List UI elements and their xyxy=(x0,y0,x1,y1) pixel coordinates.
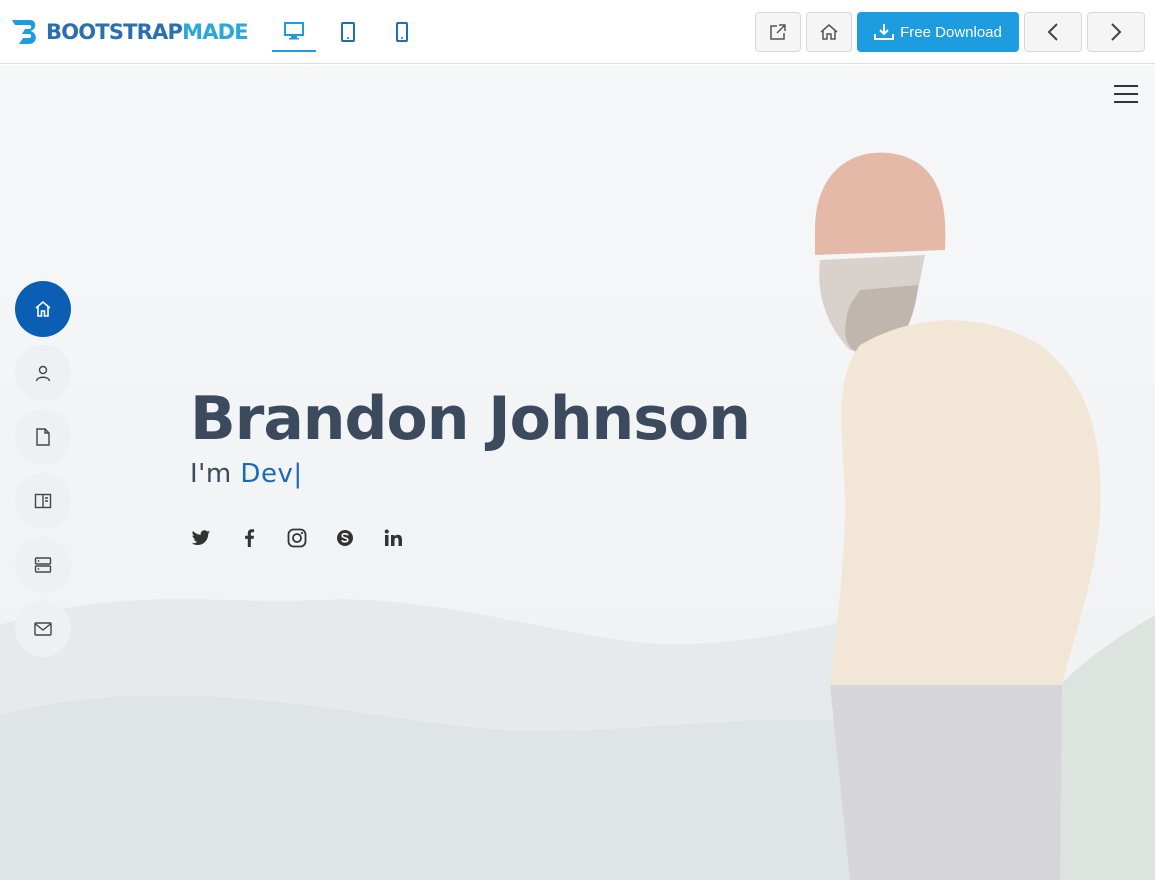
book-icon xyxy=(34,493,52,509)
preview-topbar: BOOTSTRAPMADE Free Download xyxy=(0,0,1155,64)
person-icon xyxy=(35,365,51,382)
nav-home[interactable] xyxy=(15,281,71,337)
instagram-link[interactable] xyxy=(286,527,308,549)
desktop-icon xyxy=(284,22,304,40)
linkedin-icon xyxy=(384,529,402,546)
linkedin-link[interactable] xyxy=(382,527,404,549)
side-nav xyxy=(15,281,71,665)
mobile-icon xyxy=(396,22,408,42)
nav-contact[interactable] xyxy=(15,601,71,657)
hamburger-menu-icon[interactable] xyxy=(1114,85,1138,105)
facebook-icon xyxy=(244,529,254,547)
tablet-icon xyxy=(341,22,355,42)
typed-text: Dev xyxy=(240,459,294,489)
envelope-icon xyxy=(34,622,52,636)
typing-caret: | xyxy=(293,459,303,489)
open-external-button[interactable] xyxy=(755,12,801,52)
desktop-view-button[interactable] xyxy=(272,12,316,52)
hero-text: Brandon Johnson I'm Dev| xyxy=(190,383,751,489)
twitter-icon xyxy=(191,529,211,545)
download-icon xyxy=(874,24,895,40)
mobile-view-button[interactable] xyxy=(380,12,424,52)
server-icon xyxy=(34,557,52,573)
nav-portfolio[interactable] xyxy=(15,473,71,529)
logo-mark-icon xyxy=(12,20,36,44)
external-link-icon xyxy=(770,24,786,40)
hero-section: Brandon Johnson I'm Dev| xyxy=(0,65,1155,880)
free-download-button[interactable]: Free Download xyxy=(857,12,1019,52)
bootstrapmade-logo[interactable]: BOOTSTRAPMADE xyxy=(10,16,249,48)
home-button[interactable] xyxy=(806,12,852,52)
nav-resume[interactable] xyxy=(15,409,71,465)
tablet-view-button[interactable] xyxy=(326,12,370,52)
hero-subtitle: I'm Dev| xyxy=(190,459,750,489)
chevron-left-icon xyxy=(1047,23,1058,41)
facebook-link[interactable] xyxy=(238,527,260,549)
skype-icon xyxy=(337,530,353,546)
home-icon xyxy=(820,24,838,40)
previous-button[interactable] xyxy=(1024,12,1082,52)
skype-link[interactable] xyxy=(334,527,356,549)
intro-prefix: I'm xyxy=(190,459,241,489)
next-button[interactable] xyxy=(1087,12,1145,52)
nav-services[interactable] xyxy=(15,537,71,593)
social-links xyxy=(190,527,430,549)
chevron-right-icon xyxy=(1111,23,1122,41)
brand-text-part1: BOOTSTRAP xyxy=(46,20,183,44)
home-icon xyxy=(35,300,51,317)
hero-name: Brandon Johnson xyxy=(190,384,751,454)
nav-about[interactable] xyxy=(15,345,71,401)
instagram-icon xyxy=(287,528,307,548)
download-label: Free Download xyxy=(900,23,1002,41)
twitter-link[interactable] xyxy=(190,527,212,549)
file-icon xyxy=(36,428,50,446)
brand-text-part2: MADE xyxy=(182,20,249,44)
